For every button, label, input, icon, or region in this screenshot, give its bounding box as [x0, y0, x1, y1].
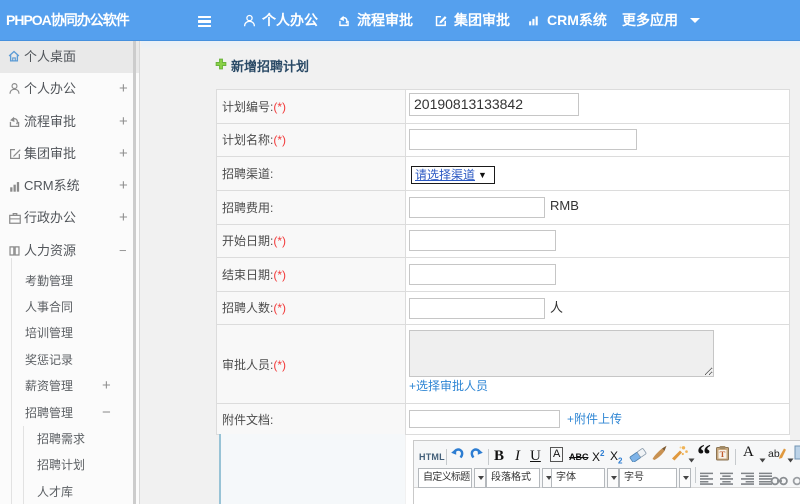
- svg-text:ab: ab: [768, 448, 780, 460]
- svg-text:T: T: [720, 449, 726, 459]
